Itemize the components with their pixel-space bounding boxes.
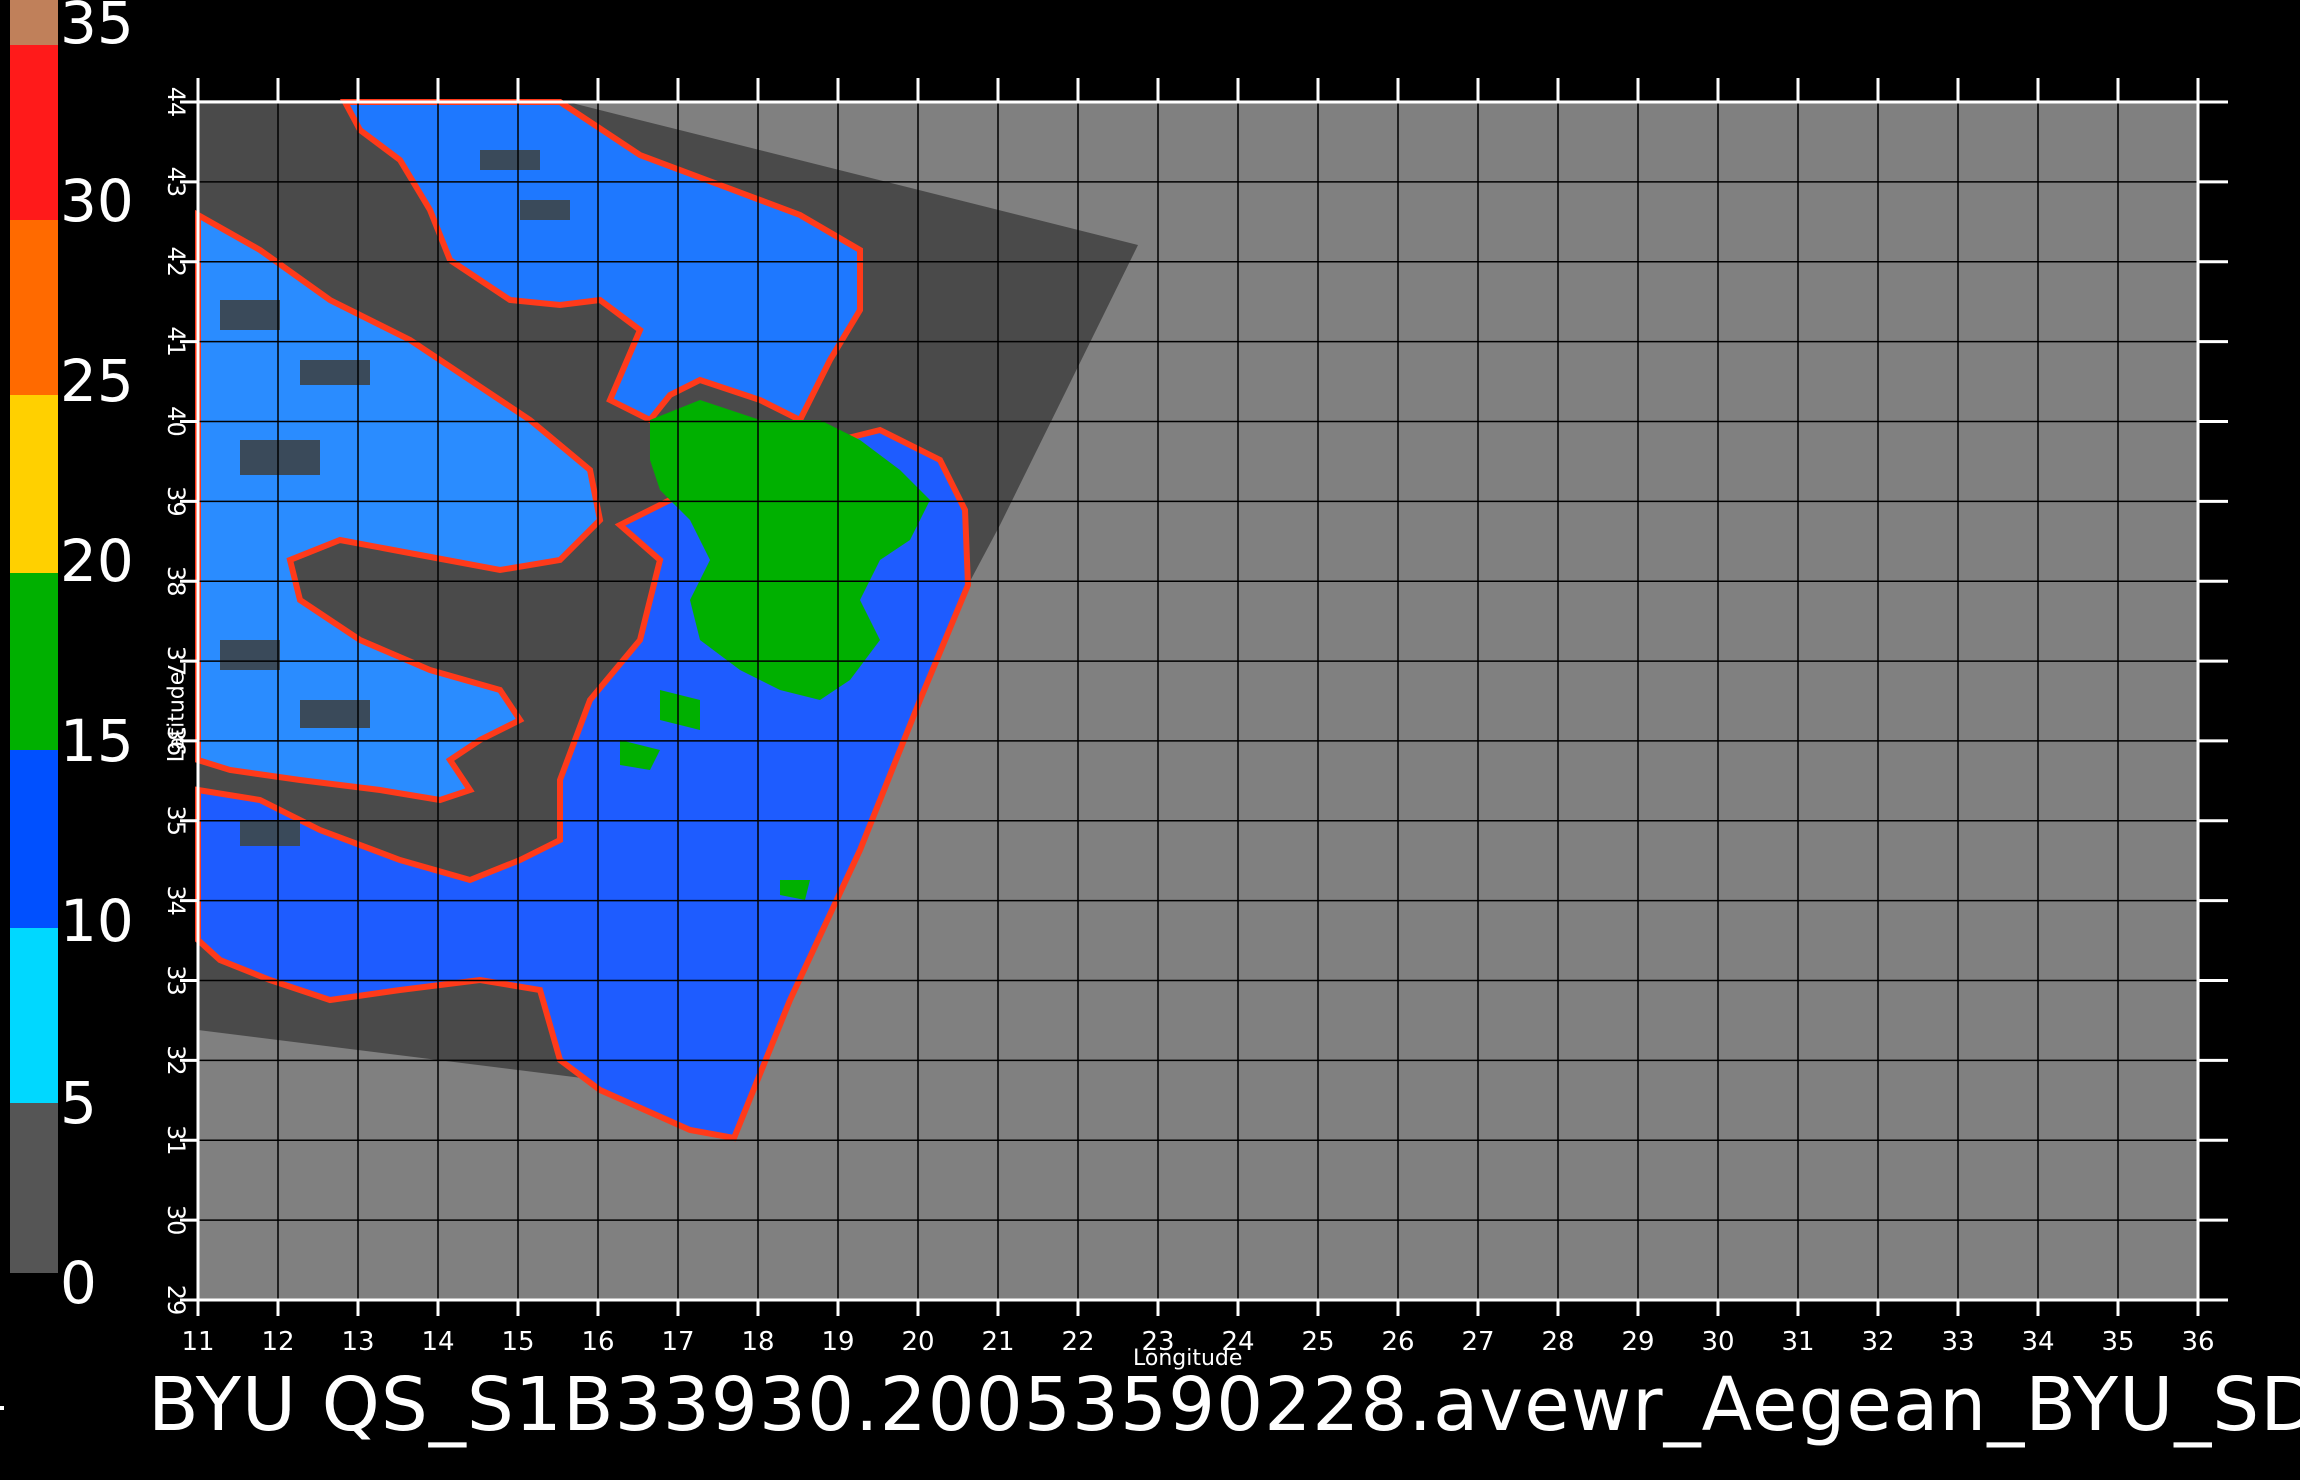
- y-tick-label-33: 33: [162, 965, 190, 996]
- edge-dot: [0, 1406, 4, 1410]
- y-tick-label-43: 43: [162, 167, 190, 198]
- x-tick-label-20: 20: [901, 1327, 934, 1357]
- x-tick-label-18: 18: [741, 1327, 774, 1357]
- y-tick-label-35: 35: [162, 806, 190, 837]
- footer-title: BYU QS_S1B33930.20053590228.avewr_Aegean…: [148, 1362, 2300, 1448]
- x-tick-label-15: 15: [501, 1327, 534, 1357]
- y-tick-label-38: 38: [162, 566, 190, 597]
- colorbar-segment-orange: [10, 220, 58, 395]
- x-tick-label-12: 12: [261, 1327, 294, 1357]
- y-tick-label-40: 40: [162, 406, 190, 437]
- x-tick-label-25: 25: [1301, 1327, 1334, 1357]
- x-tick-label-11: 11: [181, 1327, 214, 1357]
- x-tick-label-29: 29: [1621, 1327, 1654, 1357]
- x-tick-label-31: 31: [1781, 1327, 1814, 1357]
- colorbar-label-20: 20: [60, 527, 134, 595]
- colorbar-segment-top: [10, 0, 58, 45]
- colorbar-segment-green: [10, 573, 58, 750]
- colorbar-segment-blue: [10, 750, 58, 928]
- x-tick-label-13: 13: [341, 1327, 374, 1357]
- x-tick-label-30: 30: [1701, 1327, 1734, 1357]
- x-tick-label-27: 27: [1461, 1327, 1494, 1357]
- x-tick-label-17: 17: [661, 1327, 694, 1357]
- colorbar-label-10: 10: [60, 887, 134, 955]
- x-tick-label-33: 33: [1941, 1327, 1974, 1357]
- x-tick-label-36: 36: [2181, 1327, 2214, 1357]
- colorbar: [10, 0, 58, 1273]
- x-tick-label-32: 32: [1861, 1327, 1894, 1357]
- x-tick-label-22: 22: [1061, 1327, 1094, 1357]
- x-tick-label-34: 34: [2021, 1327, 2054, 1357]
- y-tick-label-31: 31: [162, 1125, 190, 1156]
- colorbar-label-35: 35: [60, 0, 134, 57]
- y-tick-label-41: 41: [162, 326, 190, 357]
- y-tick-label-32: 32: [162, 1045, 190, 1076]
- x-tick-label-35: 35: [2101, 1327, 2134, 1357]
- y-tick-label-30: 30: [162, 1205, 190, 1236]
- x-tick-label-26: 26: [1381, 1327, 1414, 1357]
- colorbar-label-15: 15: [60, 707, 134, 775]
- colorbar-segment-gray: [10, 1103, 58, 1273]
- x-tick-label-14: 14: [421, 1327, 454, 1357]
- colorbar-segment-red: [10, 45, 58, 220]
- x-tick-label-21: 21: [981, 1327, 1014, 1357]
- colorbar-label-30: 30: [60, 167, 134, 235]
- colorbar-label-25: 25: [60, 347, 134, 415]
- colorbar-segment-cyan: [10, 928, 58, 1103]
- y-axis-title: Latitude: [164, 671, 190, 763]
- colorbar-label-5: 5: [60, 1069, 97, 1137]
- colorbar-segment-yellow: [10, 395, 58, 573]
- x-tick-label-16: 16: [581, 1327, 614, 1357]
- x-tick-label-28: 28: [1541, 1327, 1574, 1357]
- y-tick-label-44: 44: [162, 87, 190, 118]
- wind-map: 11 12 13 14 15 16 17 18 19 20 21 22 23 24 25 26 27 28 29 30…: [10, 0, 2228, 1357]
- y-tick-label-39: 39: [162, 486, 190, 517]
- y-tick-label-34: 34: [162, 885, 190, 916]
- x-tick-label-19: 19: [821, 1327, 854, 1357]
- colorbar-label-0: 0: [60, 1249, 97, 1317]
- y-tick-label-42: 42: [162, 246, 190, 277]
- y-tick-label-29: 29: [162, 1285, 190, 1316]
